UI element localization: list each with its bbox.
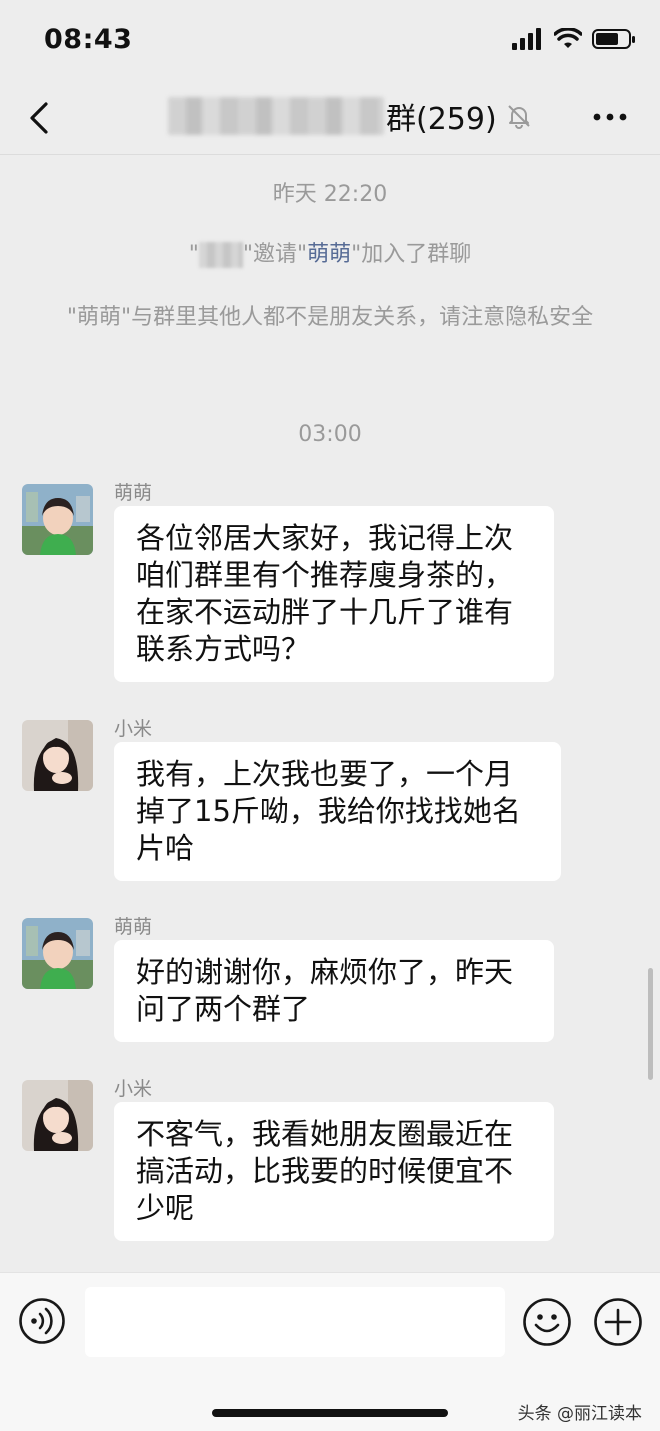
- battery-icon: [592, 29, 635, 49]
- invite-end: "加入了群聊: [351, 242, 472, 267]
- emoji-icon[interactable]: [522, 1297, 572, 1347]
- message-bubble[interactable]: 好的谢谢你，麻烦你了，昨天问了两个群了: [114, 940, 554, 1042]
- watermark: 头条 @丽江读本: [517, 1404, 642, 1424]
- bell-slash-icon: [507, 105, 530, 129]
- avatar[interactable]: [22, 1080, 93, 1151]
- avatar[interactable]: [22, 484, 93, 555]
- avatar[interactable]: [22, 720, 93, 791]
- message-input[interactable]: [85, 1287, 505, 1357]
- scroll-indicator[interactable]: [648, 968, 653, 1080]
- sender-name: 萌萌: [114, 916, 153, 938]
- message-bubble[interactable]: 不客气，我看她朋友圈最近在搞活动，比我要的时候便宜不少呢: [114, 1102, 554, 1241]
- input-bar: 头条 @丽江读本: [0, 1272, 660, 1431]
- timestamp-0300: 03:00: [298, 422, 362, 447]
- header-divider: [0, 154, 660, 155]
- plus-icon[interactable]: [593, 1297, 643, 1347]
- blurred-inviter: [198, 242, 243, 268]
- privacy-notice: "萌萌"与群里其他人都不是朋友关系，请注意隐私安全: [66, 305, 594, 330]
- status-time: 08:43: [44, 24, 133, 55]
- avatar[interactable]: [22, 918, 93, 989]
- chat-header: 群(259): [0, 80, 660, 154]
- chat-title[interactable]: 群(259): [168, 94, 533, 138]
- more-dots-icon[interactable]: [592, 102, 628, 132]
- invite-middle: "邀请": [242, 242, 308, 267]
- chevron-left-icon[interactable]: [22, 98, 56, 138]
- sender-name: 小米: [114, 1078, 153, 1100]
- home-indicator: [212, 1409, 448, 1417]
- message-bubble[interactable]: 我有，上次我也要了，一个月掉了15斤呦，我给你找找她名片哈: [114, 742, 561, 881]
- invite-quote: ": [188, 242, 199, 267]
- signal-icon: [512, 28, 541, 50]
- status-bar: 08:43: [0, 0, 660, 80]
- voice-icon[interactable]: [18, 1297, 66, 1345]
- sender-name: 小米: [114, 718, 153, 740]
- wifi-icon: [554, 28, 582, 48]
- invite-notice: " "邀请"萌萌"加入了群聊: [0, 236, 660, 268]
- sender-name: 萌萌: [114, 482, 153, 504]
- message-bubble[interactable]: 各位邻居大家好，我记得上次咱们群里有个推荐廋身茶的，在家不运动胖了十几斤了谁有联…: [114, 506, 554, 682]
- status-icons: [512, 28, 636, 50]
- chat-title-suffix: 群(259): [386, 102, 497, 137]
- timestamp-yesterday: 昨天 22:20: [272, 182, 388, 207]
- blurred-group-name: [168, 97, 384, 135]
- invitee-link[interactable]: 萌萌: [307, 242, 351, 267]
